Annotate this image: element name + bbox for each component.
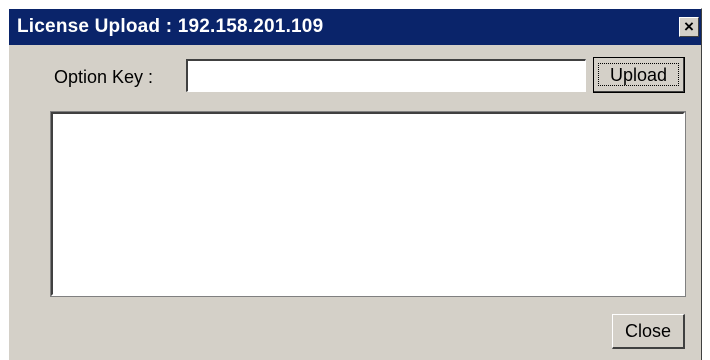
close-button[interactable]: Close (612, 314, 685, 349)
title-bar: License Upload : 192.158.201.109 × (9, 9, 701, 45)
upload-button-label: Upload (598, 63, 679, 86)
result-text-area[interactable] (50, 111, 686, 297)
close-icon[interactable]: × (679, 17, 699, 37)
window-title: License Upload : 192.158.201.109 (17, 16, 324, 37)
option-key-input[interactable] (186, 59, 586, 92)
option-key-label: Option Key : (54, 67, 154, 87)
upload-button[interactable]: Upload (593, 57, 685, 93)
license-upload-dialog: License Upload : 192.158.201.109 × Optio… (8, 8, 702, 360)
